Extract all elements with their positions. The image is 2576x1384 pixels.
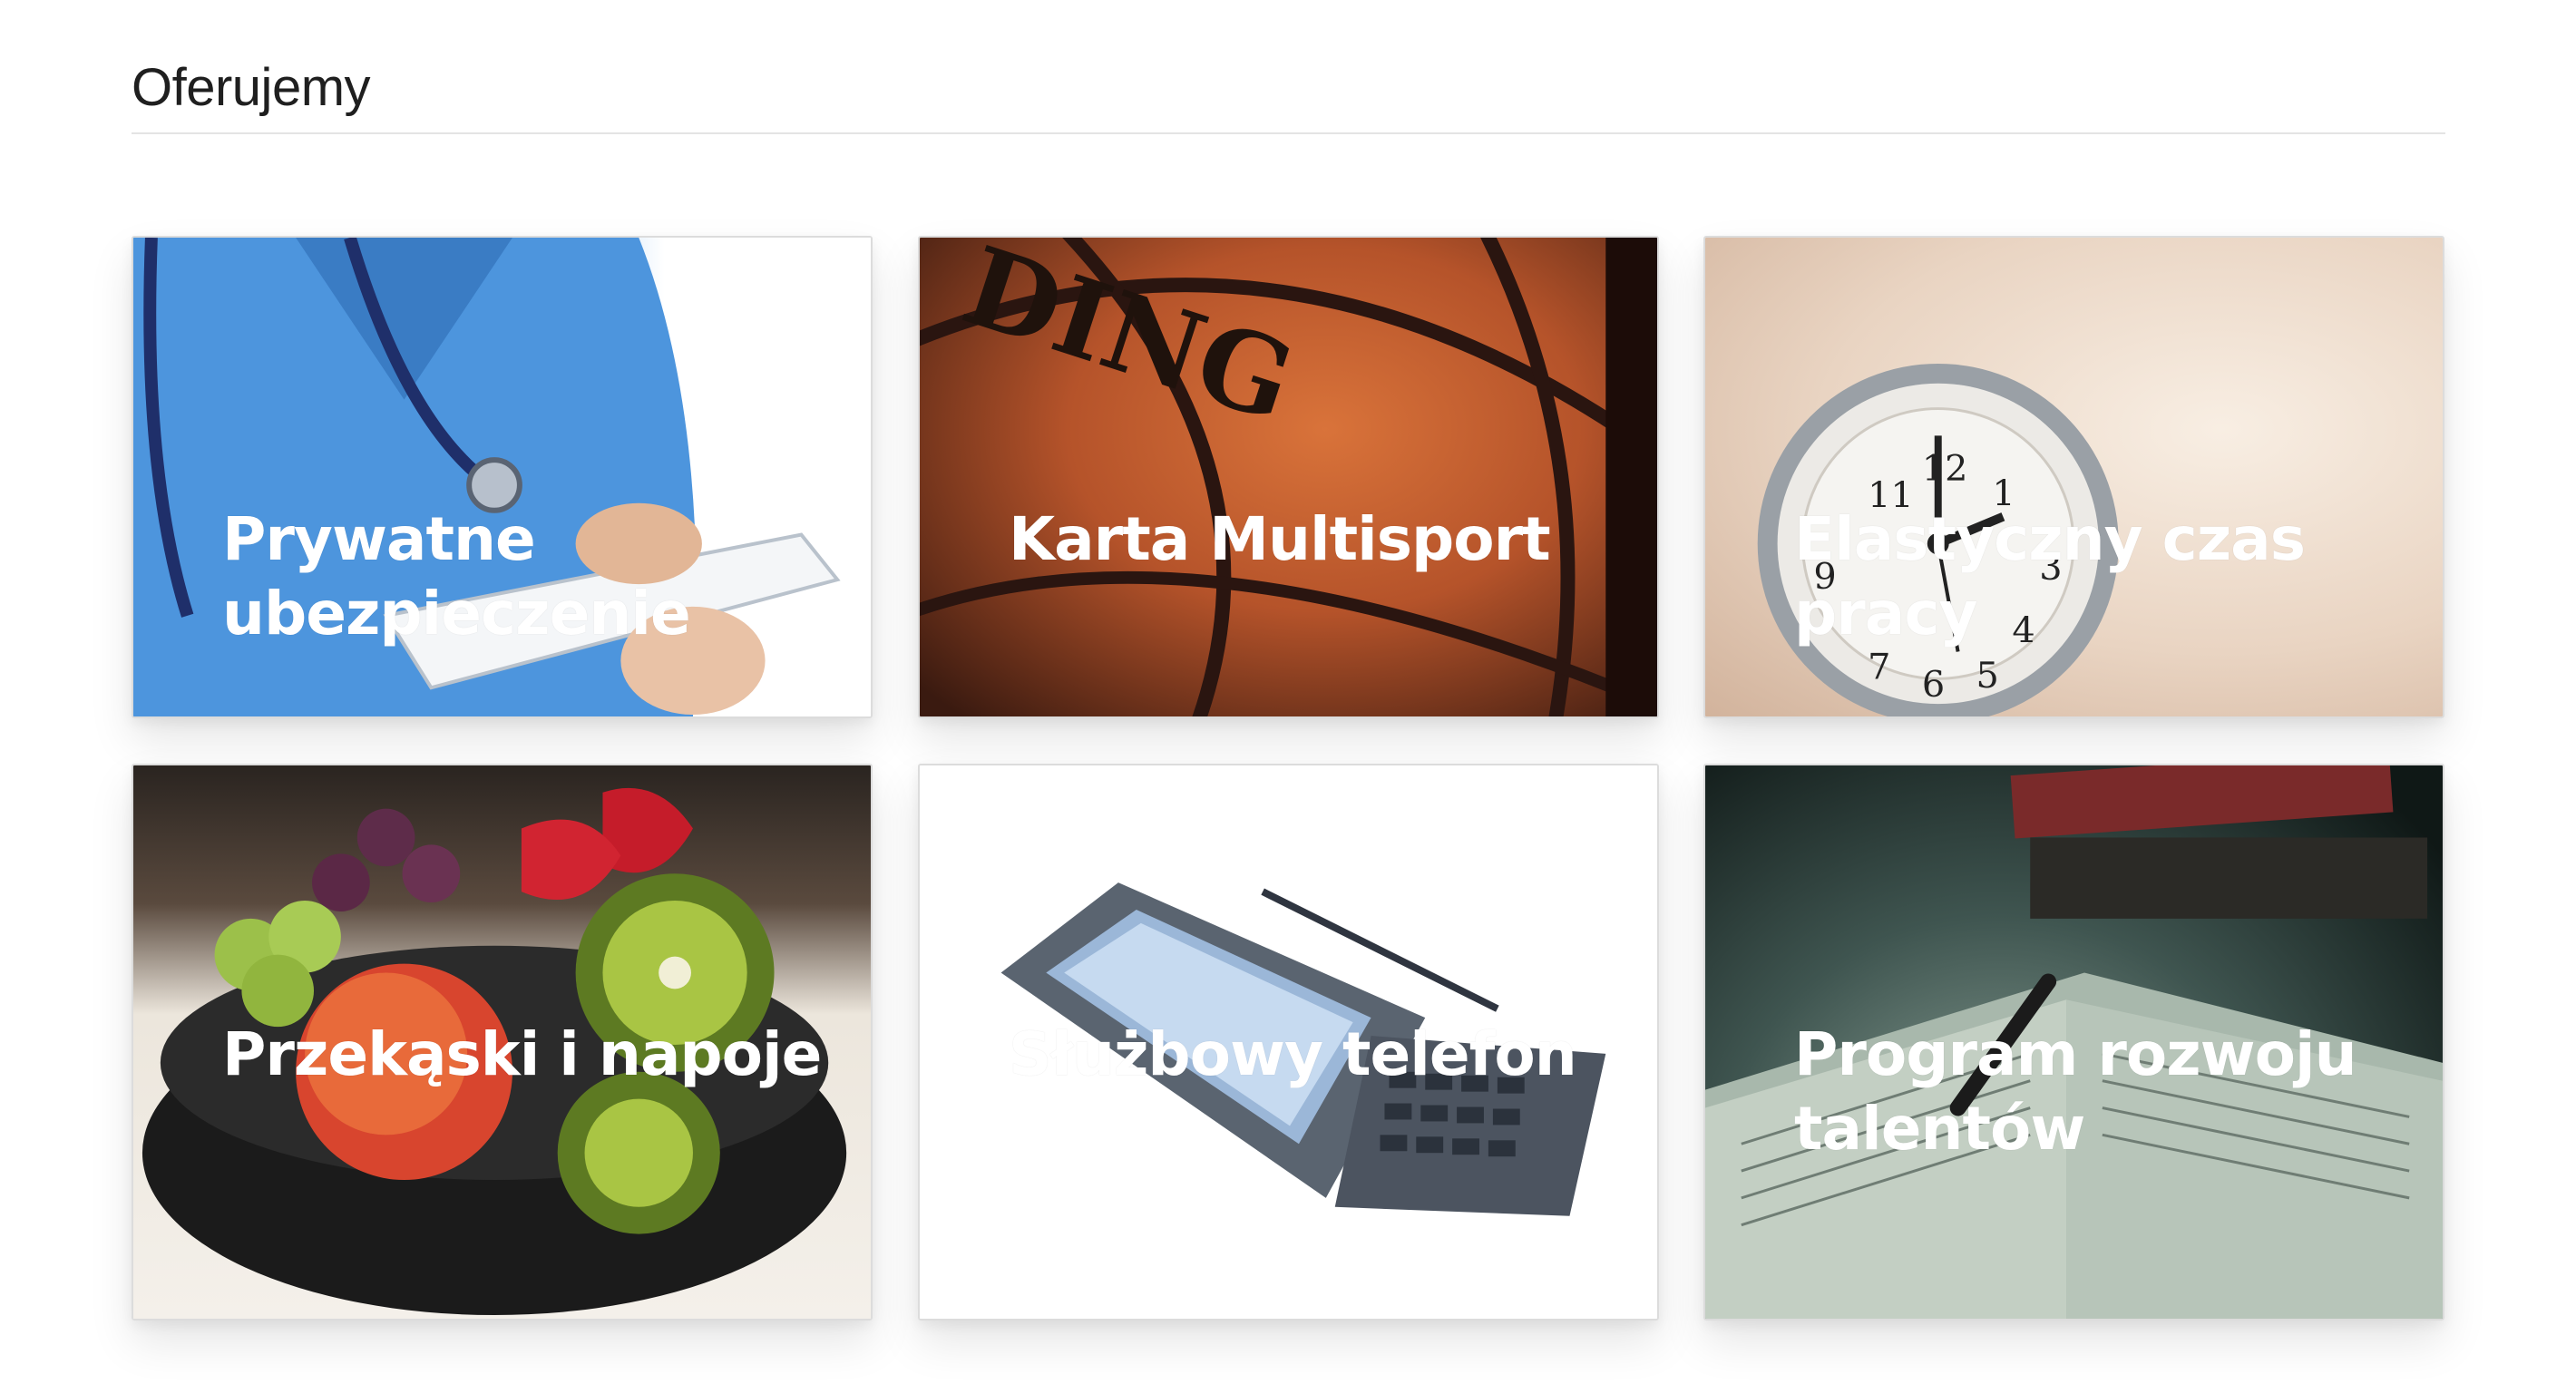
benefit-card-flexible-hours[interactable]: 12 11 1 3 4 5 6 7 9 Elastyczny czas prac… bbox=[1703, 235, 2444, 718]
benefit-title: Program rozwoju talentów bbox=[1794, 1019, 2357, 1164]
benefit-card-talent[interactable]: Program rozwoju talentów bbox=[1703, 763, 2444, 1321]
benefit-card-multisport[interactable]: DING Karta Multisport bbox=[918, 235, 1659, 718]
section-divider bbox=[132, 132, 2445, 134]
svg-text:6: 6 bbox=[1922, 664, 1945, 706]
benefit-card-insurance[interactable]: Prywatne ubezpieczenie bbox=[132, 235, 873, 718]
svg-text:7: 7 bbox=[1868, 646, 1890, 687]
benefit-card-snacks[interactable]: Przekąski i napoje bbox=[132, 763, 873, 1321]
basketball-illustration: DING bbox=[920, 237, 1657, 716]
benefits-section: Oferujemy Prywatne ubezpieczenie DING Ka… bbox=[132, 56, 2445, 1321]
benefit-title: Służbowy telefon bbox=[1009, 1019, 1577, 1089]
benefit-title: Przekąski i napoje bbox=[222, 1019, 822, 1089]
benefit-title: Karta Multisport bbox=[1009, 503, 1551, 574]
svg-text:12: 12 bbox=[1922, 448, 1968, 490]
svg-text:DING: DING bbox=[949, 238, 1308, 447]
benefit-title: Prywatne ubezpieczenie bbox=[222, 503, 691, 648]
section-title: Oferujemy bbox=[132, 58, 371, 117]
svg-text:5: 5 bbox=[1976, 655, 1999, 697]
benefit-card-phone[interactable]: Służbowy telefon bbox=[918, 763, 1659, 1321]
benefit-title: Elastyczny czas pracy bbox=[1794, 503, 2306, 648]
